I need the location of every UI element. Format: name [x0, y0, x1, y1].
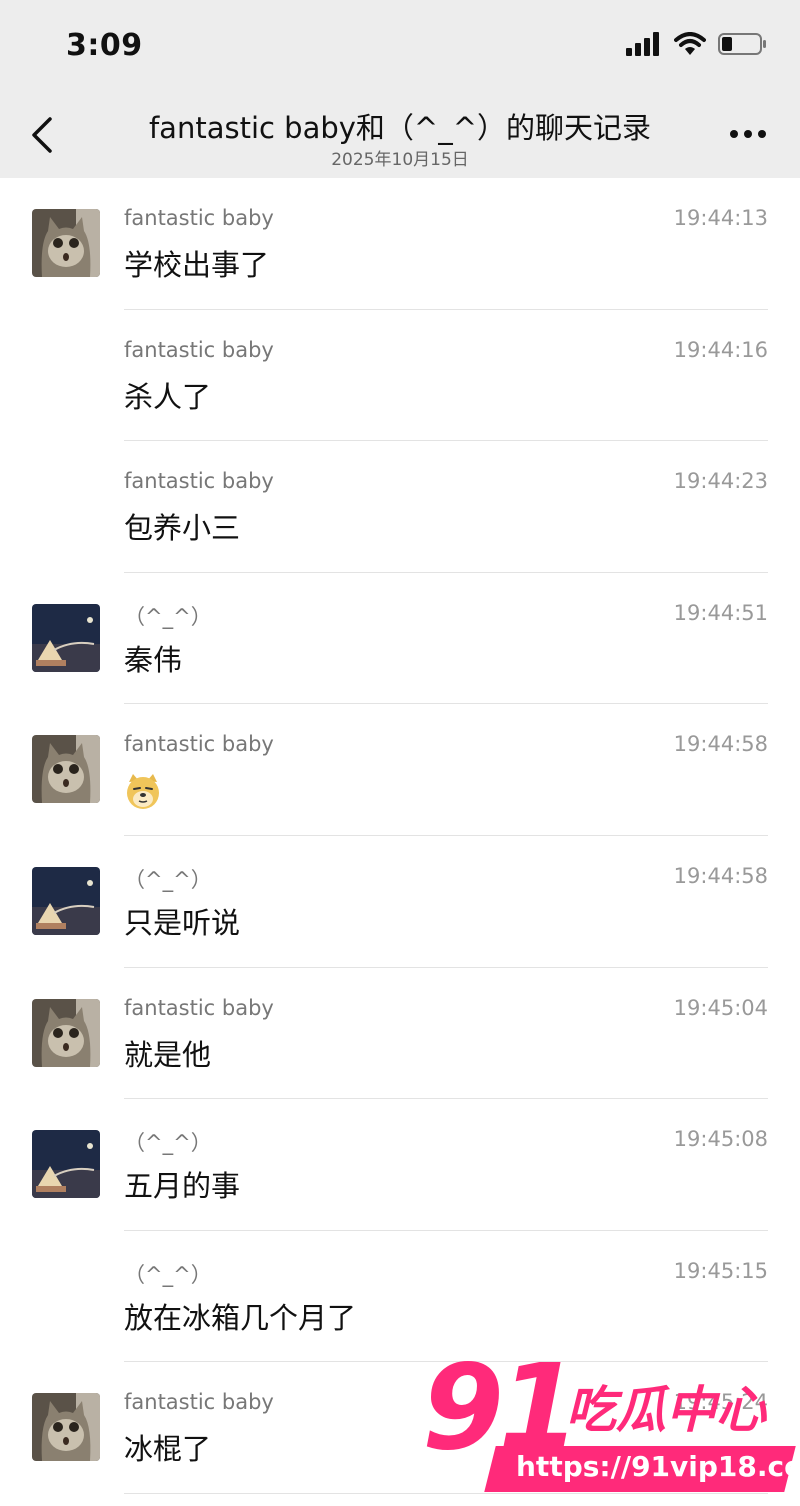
cat-avatar-icon	[32, 998, 100, 1067]
message-text: 五月的事	[124, 1169, 241, 1204]
sender-name: fantastic baby	[124, 995, 274, 1020]
message-text: 只是听说	[124, 905, 241, 940]
more-dots-icon[interactable]	[726, 119, 770, 149]
night-scene-avatar-icon	[32, 1130, 100, 1199]
message-time: 19:44:51	[673, 600, 768, 625]
message-time: 19:45:04	[673, 995, 768, 1020]
message-text: 学校出事了	[124, 248, 270, 282]
cat-avatar-icon	[32, 209, 100, 277]
message-item[interactable]: （^_^） 19:44:58 只是听说	[0, 836, 800, 968]
message-item[interactable]: fantastic baby 19:44:23 包养小三	[0, 441, 800, 573]
avatar[interactable]	[32, 1130, 100, 1199]
status-time: 3:09	[66, 28, 143, 63]
avatar[interactable]	[32, 603, 100, 672]
message-item[interactable]: （^_^） 19:45:08 五月的事	[0, 1099, 800, 1231]
message-time: 19:45:08	[673, 1127, 768, 1152]
night-scene-avatar-icon	[32, 603, 100, 672]
sender-name: fantastic baby	[124, 469, 274, 494]
sender-name: fantastic baby	[124, 1390, 274, 1415]
message-list: fantastic baby 19:44:13 学校出事了 fantastic …	[0, 178, 800, 1494]
message-item[interactable]: fantastic baby 19:44:16 杀人了	[0, 310, 800, 442]
message-time: 19:44:58	[673, 732, 768, 757]
avatar[interactable]	[32, 1393, 100, 1462]
cat-avatar-icon	[32, 1393, 100, 1462]
page-title: fantastic baby和（^_^）的聊天记录	[148, 111, 652, 145]
watermark: 91 吃瓜中心 https://91vip18.com	[418, 1338, 800, 1506]
sender-name: fantastic baby	[124, 206, 274, 230]
avatar[interactable]	[32, 209, 100, 277]
status-icons	[626, 32, 768, 56]
message-item[interactable]: （^_^） 19:44:51 秦伟	[0, 573, 800, 705]
cat-avatar-icon	[32, 735, 100, 804]
message-text: 杀人了	[124, 379, 212, 414]
wifi-icon	[674, 32, 706, 55]
message-time: 19:44:16	[673, 337, 768, 362]
sender-name: （^_^）	[124, 867, 212, 892]
sender-name: fantastic baby	[124, 732, 274, 757]
message-time: 19:44:58	[673, 863, 768, 888]
nav-bar: fantastic baby和（^_^）的聊天记录 2025年10月15日	[0, 95, 800, 178]
sender-name: （^_^）	[124, 1131, 212, 1156]
message-item[interactable]: （^_^） 19:45:15 放在冰箱几个月了	[0, 1231, 800, 1363]
message-time: 19:44:13	[673, 206, 768, 230]
night-scene-avatar-icon	[32, 866, 100, 935]
message-item[interactable]: fantastic baby 19:44:58	[0, 704, 800, 836]
message-item[interactable]: fantastic baby 19:45:04 就是他	[0, 968, 800, 1100]
message-item[interactable]: fantastic baby 19:44:13 学校出事了	[0, 178, 800, 310]
sender-name: （^_^）	[124, 604, 212, 629]
message-text: 秦伟	[124, 642, 183, 677]
message-text: 就是他	[124, 1037, 212, 1072]
status-bar: 3:09	[0, 0, 800, 95]
battery-icon	[718, 33, 766, 55]
sender-name: （^_^）	[124, 1262, 212, 1287]
watermark-name: 吃瓜中心	[566, 1381, 766, 1439]
sender-name: fantastic baby	[124, 337, 274, 362]
message-time: 19:45:15	[673, 1258, 768, 1283]
message-time: 19:44:23	[673, 469, 768, 494]
message-text: 冰棍了	[124, 1432, 212, 1467]
doge-emoji-icon	[127, 774, 159, 810]
watermark-url: https://91vip18.com	[516, 1450, 800, 1483]
avatar[interactable]	[32, 735, 100, 804]
message-text: 放在冰箱几个月了	[124, 1300, 357, 1335]
avatar[interactable]	[32, 998, 100, 1067]
signal-icon	[626, 32, 659, 56]
avatar[interactable]	[32, 866, 100, 935]
message-text: 包养小三	[124, 511, 241, 546]
page-subtitle: 2025年10月15日	[331, 150, 469, 170]
